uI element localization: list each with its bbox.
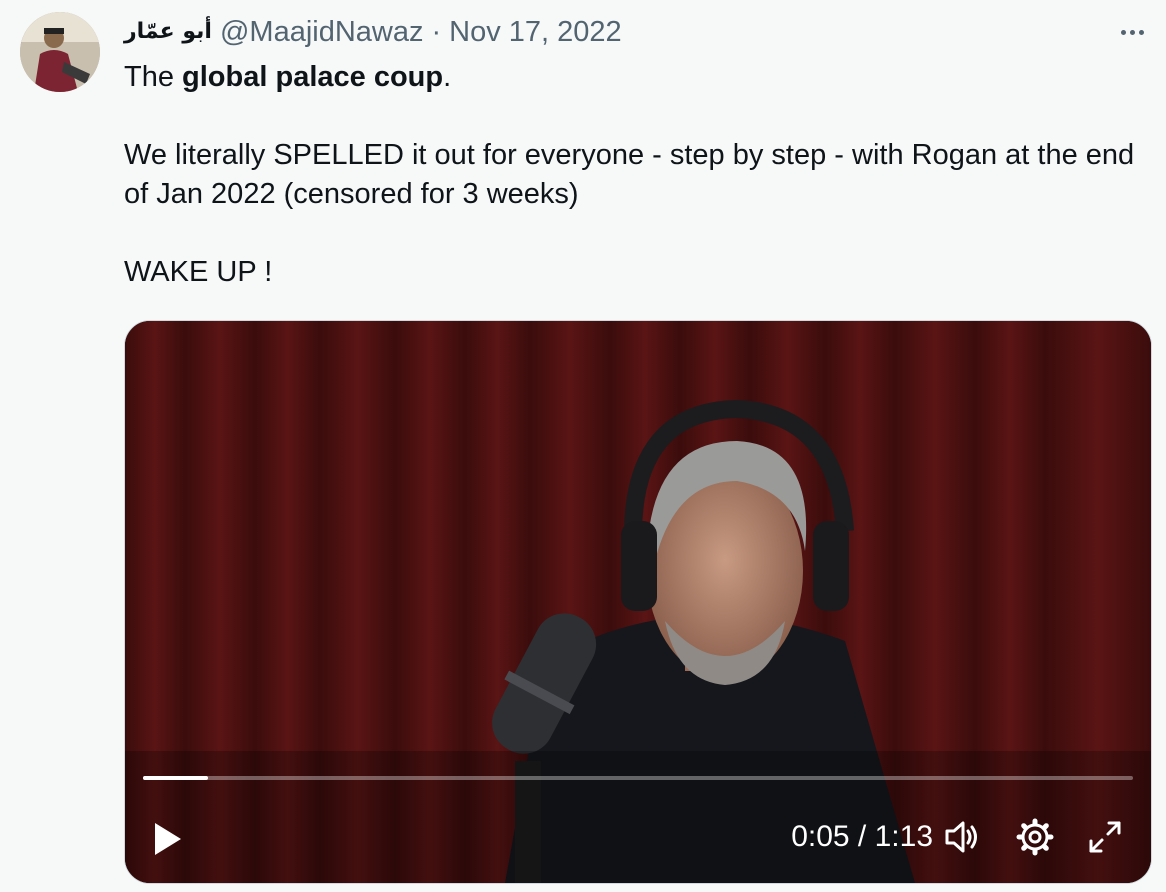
video-controls: 0:05 / 1:13 <box>125 801 1151 871</box>
volume-icon[interactable] <box>941 817 981 857</box>
tweet-date[interactable]: Nov 17, 2022 <box>449 14 622 50</box>
user-handle[interactable]: @MaajidNawaz <box>220 14 424 50</box>
more-dot <box>1138 29 1144 35</box>
more-dot <box>1120 29 1126 35</box>
progress-bar[interactable] <box>143 776 1133 780</box>
tweet-text: The global palace coup. We literally SPE… <box>124 58 1144 292</box>
play-icon[interactable] <box>147 819 187 859</box>
tweet-line-1: The global palace coup. <box>124 58 1144 97</box>
more-dot <box>1129 29 1135 35</box>
author-avatar[interactable] <box>20 12 100 92</box>
separator-dot: · <box>431 16 442 48</box>
video-player[interactable]: 0:05 / 1:13 <box>124 320 1152 884</box>
text-segment: The <box>124 61 183 93</box>
progress-fill <box>143 776 209 780</box>
duration: 1:13 <box>874 820 933 853</box>
text-segment: . <box>443 61 452 93</box>
more-horizontal-icon[interactable] <box>1110 14 1154 50</box>
time-separator: / <box>849 820 875 853</box>
video-frame[interactable] <box>125 321 1151 883</box>
gear-icon[interactable] <box>1015 817 1055 857</box>
tweet-header: أبو عمّار @MaajidNawaz · Nov 17, 2022 <box>124 14 622 50</box>
fullscreen-icon[interactable] <box>1085 817 1125 857</box>
current-time: 0:05 <box>791 820 850 853</box>
tweet-paragraph-2: We literally SPELLED it out for everyone… <box>124 139 1135 210</box>
tweet-paragraph-3: WAKE UP ! <box>124 256 273 288</box>
video-time: 0:05 / 1:13 <box>773 817 933 857</box>
bold-phrase: global palace coup <box>182 61 444 93</box>
display-name[interactable]: أبو عمّار <box>124 14 212 50</box>
